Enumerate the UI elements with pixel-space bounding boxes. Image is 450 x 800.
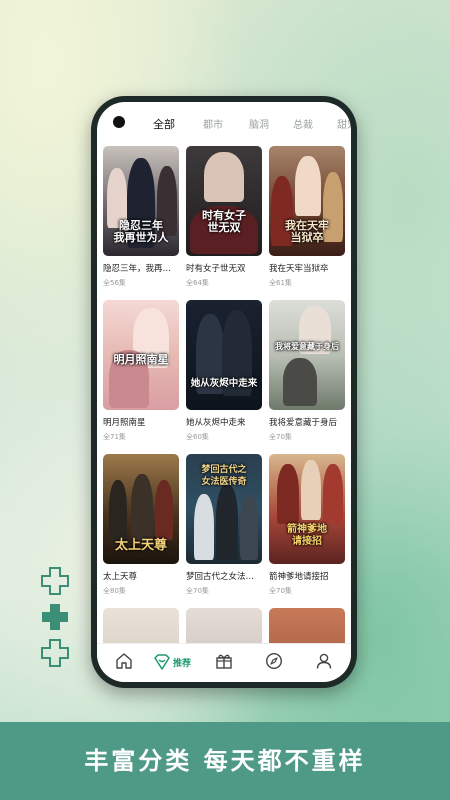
card-title: 我在天牢当狱卒 bbox=[269, 264, 329, 274]
poster-image: 明月照南星 bbox=[103, 300, 179, 410]
phone-frame: 全部 都市 脑洞 总裁 甜宠 隐忍三年我再世为人 隐忍三年，我再… 全56集 时… bbox=[91, 96, 357, 688]
episode-count: 全61集 bbox=[269, 279, 292, 287]
card-title: 隐忍三年，我再… bbox=[103, 264, 172, 274]
drama-card[interactable]: 时有女子 世无双 时有女子世无双 全64集 bbox=[186, 146, 262, 288]
category-tabs: 全部 都市 脑洞 总裁 甜宠 bbox=[97, 116, 351, 136]
poster-image: 我将爱意藏于身后 bbox=[269, 300, 345, 410]
poster-title: 她从灰烬中走来 bbox=[190, 378, 258, 389]
episode-count: 全56集 bbox=[103, 279, 126, 287]
poster-image: 隐忍三年 我再世为人 bbox=[103, 146, 179, 256]
drama-card[interactable]: 我将爱意藏于身后 我将爱意藏于身后 全70集 bbox=[269, 300, 345, 442]
tab-sweet[interactable]: 甜宠 bbox=[337, 116, 351, 131]
poster-image: 梦回古代之 女法医传奇 bbox=[186, 454, 262, 564]
poster-title: 箭神爹地 请接招 bbox=[287, 524, 327, 547]
drama-card[interactable]: 她从灰烬中走来 她从灰烬中走来 全60集 bbox=[186, 300, 262, 442]
gift-icon[interactable] bbox=[215, 652, 233, 670]
tab-ceo[interactable]: 总裁 bbox=[293, 116, 313, 131]
drama-card[interactable]: 明月照南星 明月照南星 全71集 bbox=[103, 300, 179, 442]
episode-count: 全70集 bbox=[186, 587, 209, 595]
cross-filled-icon bbox=[42, 604, 68, 630]
card-title: 时有女子世无双 bbox=[186, 264, 246, 274]
card-title: 她从灰烬中走来 bbox=[186, 418, 246, 428]
card-title: 明月照南星 bbox=[103, 418, 146, 428]
bottom-nav: 推荐 bbox=[97, 643, 351, 682]
card-title: 我将爱意藏于身后 bbox=[269, 418, 338, 428]
card-title: 箭神爹地请接招 bbox=[269, 572, 329, 582]
promo-banner: 丰富分类 每天都不重样 bbox=[0, 722, 450, 800]
drama-card[interactable]: 我在天牢 当狱卒 我在天牢当狱卒 全61集 bbox=[269, 146, 345, 288]
promo-slogan: 丰富分类 每天都不重样 bbox=[84, 746, 366, 775]
tab-all[interactable]: 全部 bbox=[153, 116, 175, 132]
home-icon[interactable] bbox=[115, 652, 133, 670]
episode-count: 全70集 bbox=[269, 587, 292, 595]
drama-card[interactable]: 箭神爹地 请接招 箭神爹地请接招 全70集 bbox=[269, 454, 345, 596]
cross-outline-icon bbox=[41, 567, 69, 595]
recommend-label: 推荐 bbox=[173, 658, 192, 669]
poster-title: 我在天牢 当狱卒 bbox=[285, 219, 329, 244]
tab-brain[interactable]: 脑洞 bbox=[249, 116, 269, 131]
episode-count: 全64集 bbox=[186, 279, 209, 287]
poster-title: 明月照南星 bbox=[113, 353, 169, 366]
poster-image: 箭神爹地 请接招 bbox=[269, 454, 345, 564]
recommend-icon bbox=[154, 654, 170, 670]
recommend-tab[interactable]: 推荐 bbox=[153, 653, 191, 671]
user-icon[interactable] bbox=[315, 652, 333, 670]
poster-image: 时有女子 世无双 bbox=[186, 146, 262, 256]
poster-title: 时有女子 世无双 bbox=[202, 209, 246, 234]
episode-count: 全60集 bbox=[186, 433, 209, 441]
cross-outline-icon bbox=[41, 639, 69, 667]
episode-count: 全71集 bbox=[103, 433, 126, 441]
card-title: 梦回古代之女法… bbox=[186, 572, 255, 582]
poster-image: 她从灰烬中走来 bbox=[186, 300, 262, 410]
app-screen: 全部 都市 脑洞 总裁 甜宠 隐忍三年我再世为人 隐忍三年，我再… 全56集 时… bbox=[97, 102, 351, 682]
poster-image: 我在天牢 当狱卒 bbox=[269, 146, 345, 256]
drama-card[interactable]: 梦回古代之 女法医传奇 梦回古代之女法… 全70集 bbox=[186, 454, 262, 596]
compass-icon[interactable] bbox=[265, 652, 283, 670]
poster-image: 太上天尊 bbox=[103, 454, 179, 564]
poster-title: 我将爱意藏于身后 bbox=[275, 341, 339, 351]
drama-card[interactable]: 隐忍三年 我再世为人 隐忍三年，我再… 全56集 bbox=[103, 146, 179, 288]
tab-city[interactable]: 都市 bbox=[203, 116, 223, 131]
drama-card[interactable]: 太上天尊 太上天尊 全80集 bbox=[103, 454, 179, 596]
episode-count: 全70集 bbox=[269, 433, 292, 441]
card-title: 太上天尊 bbox=[103, 572, 138, 582]
poster-title: 太上天尊 bbox=[114, 538, 167, 553]
poster-title: 隐忍三年 我再世为人 bbox=[113, 219, 169, 244]
poster-title: 梦回古代之 女法医传奇 bbox=[201, 465, 247, 487]
episode-count: 全80集 bbox=[103, 587, 126, 595]
